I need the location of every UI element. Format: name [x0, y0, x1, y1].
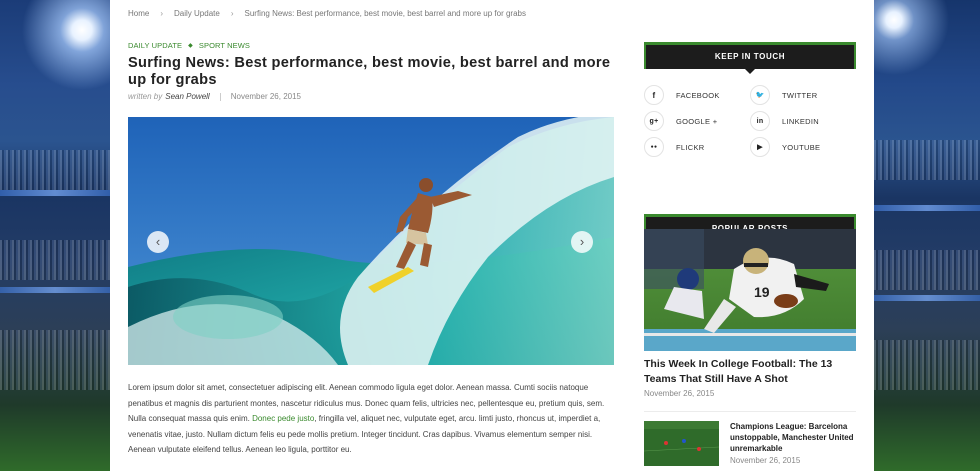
- written-by-label: written by: [128, 92, 163, 101]
- facebook-icon: f: [644, 85, 664, 105]
- slider-next-button[interactable]: ›: [571, 231, 593, 253]
- post-date: November 26, 2015: [230, 92, 301, 101]
- content-page: Home › Daily Update › Surfing News: Best…: [110, 0, 874, 471]
- social-label: FACEBOOK: [676, 90, 720, 100]
- social-link-flickr[interactable]: ●● FLICKR: [644, 137, 704, 157]
- football-player-image: 19: [644, 229, 856, 351]
- slider-prev-button[interactable]: ‹: [147, 231, 169, 253]
- social-label: GOOGLE +: [676, 116, 718, 126]
- popular-post-thumbnail[interactable]: [644, 421, 719, 466]
- social-label: FLICKR: [676, 142, 705, 152]
- flickr-icon: ●●: [644, 137, 664, 157]
- social-link-youtube[interactable]: ▶ YOUTUBE: [750, 137, 820, 157]
- popular-post-title[interactable]: This Week In College Football: The 13 Te…: [644, 357, 856, 387]
- author-link[interactable]: Sean Powell: [165, 92, 209, 101]
- popular-post-image[interactable]: 19: [644, 229, 856, 351]
- social-label: TWITTER: [782, 90, 818, 100]
- breadcrumb-current: Surfing News: Best performance, best mov…: [244, 9, 526, 18]
- body-inline-link[interactable]: Donec pede justo: [252, 414, 314, 423]
- post-body: Lorem ipsum dolor sit amet, consectetuer…: [128, 380, 618, 458]
- social-link-facebook[interactable]: f FACEBOOK: [644, 85, 720, 105]
- featured-image-slider: ‹ ›: [128, 117, 614, 365]
- breadcrumb-separator: ›: [160, 9, 164, 18]
- meta-divider: [219, 92, 221, 101]
- social-label: LINKEDIN: [782, 116, 819, 126]
- post-meta: written by Sean Powell November 26, 2015: [128, 92, 301, 101]
- social-link-linkedin[interactable]: in LINKEDIN: [750, 111, 819, 131]
- keep-in-touch-heading: KEEP IN TOUCH: [644, 42, 856, 74]
- category-link-daily-update[interactable]: DAILY UPDATE: [128, 41, 182, 50]
- twitter-icon: 🐦: [750, 85, 770, 105]
- popular-post-divider: [644, 411, 856, 412]
- breadcrumb-separator: ›: [230, 9, 234, 18]
- social-link-twitter[interactable]: 🐦 TWITTER: [750, 85, 817, 105]
- category-link-sport-news[interactable]: SPORT NEWS: [199, 41, 250, 50]
- social-link-google-plus[interactable]: g+ GOOGLE +: [644, 111, 717, 131]
- sidebar: KEEP IN TOUCH f FACEBOOK 🐦 TWITTER g+ GO…: [644, 42, 856, 246]
- breadcrumb: Home › Daily Update › Surfing News: Best…: [128, 9, 526, 18]
- breadcrumb-home-link[interactable]: Home: [128, 9, 149, 18]
- soccer-match-image: [644, 421, 719, 466]
- google-plus-icon: g+: [644, 111, 664, 131]
- surfing-wave-image: [128, 117, 614, 365]
- post-categories: DAILY UPDATE ◆ SPORT NEWS: [128, 41, 250, 50]
- popular-post-list-date: November 26, 2015: [730, 456, 801, 465]
- linkedin-icon: in: [750, 111, 770, 131]
- stadium-background-right: [874, 0, 980, 471]
- social-label: YOUTUBE: [782, 142, 821, 152]
- social-links: f FACEBOOK 🐦 TWITTER g+ GOOGLE + in LINK…: [644, 69, 856, 174]
- stadium-background-left: [0, 0, 110, 471]
- widget-heading-text: KEEP IN TOUCH: [714, 52, 786, 61]
- svg-text:19: 19: [754, 284, 770, 300]
- breadcrumb-category-link[interactable]: Daily Update: [174, 9, 220, 18]
- popular-post-date: November 26, 2015: [644, 389, 715, 398]
- category-separator: ◆: [188, 43, 193, 49]
- popular-post-list-title[interactable]: Champions League: Barcelona unstoppable,…: [730, 421, 856, 454]
- youtube-icon: ▶: [750, 137, 770, 157]
- post-title: Surfing News: Best performance, best mov…: [128, 55, 611, 88]
